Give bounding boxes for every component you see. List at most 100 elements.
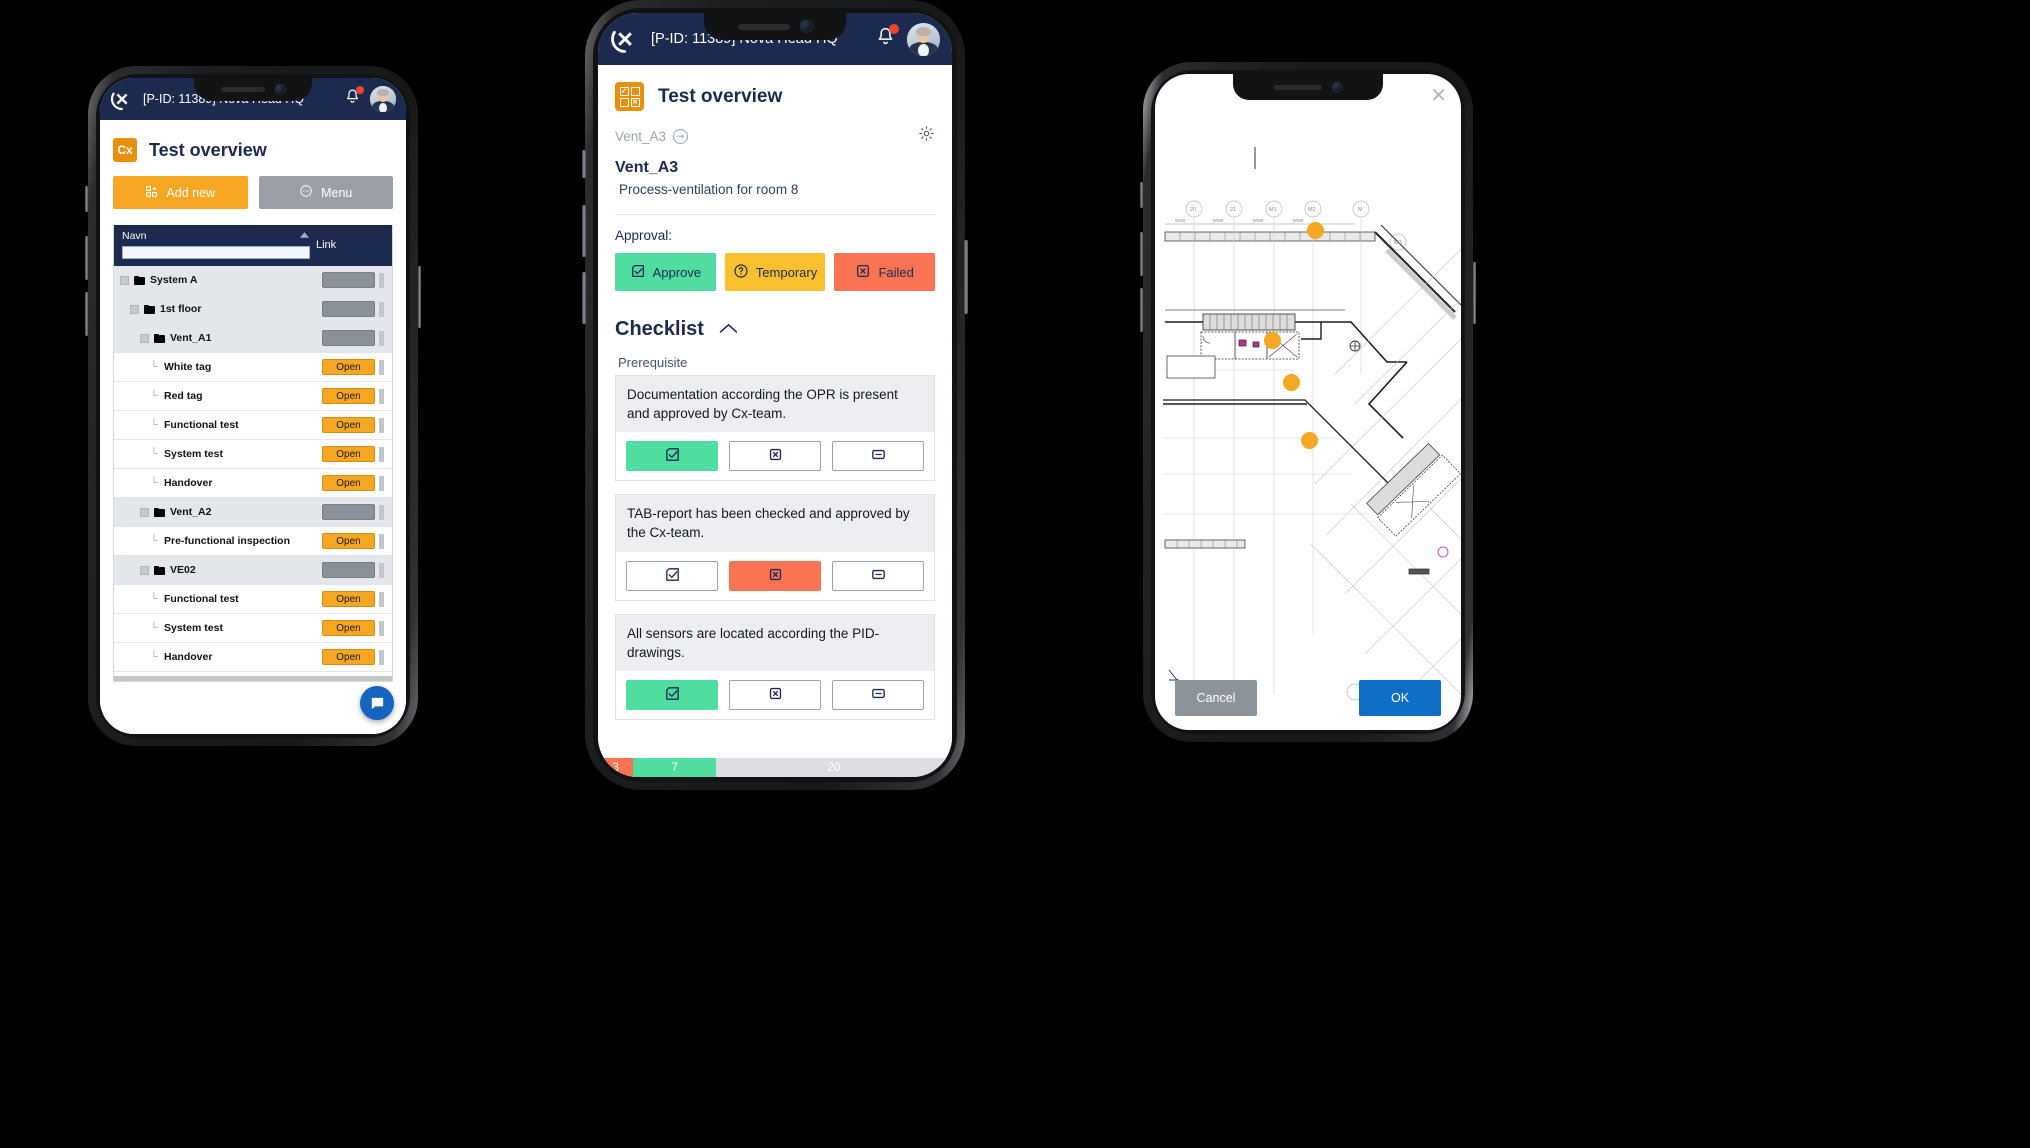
section-label-prerequisite: Prerequisite [618,355,688,370]
table-row[interactable]: VE02 [114,556,392,585]
open-link-button[interactable]: Open [322,475,375,491]
row-checkbox[interactable] [140,565,149,575]
checklist-fail-button[interactable] [729,679,821,710]
phone1-power-button[interactable] [418,266,421,328]
phone3-screen: ✕ 20 21 M1 M2 M M3 6000 6000 6000 6000 C… [1155,74,1461,730]
checklist-header[interactable]: Checklist [615,318,935,341]
floor-plan-drawing[interactable]: 20 21 M1 M2 M M3 6000 6000 6000 6000 [1155,74,1461,730]
bell-icon[interactable] [344,86,364,110]
close-icon[interactable]: ✕ [1430,86,1447,106]
table-row[interactable]: └ Red tag Open [114,382,392,411]
cx-logo-icon[interactable] [610,24,640,54]
checklist-fail-button[interactable] [729,560,821,591]
phone1-notch [194,78,312,101]
checklist-fail-button[interactable] [729,441,821,472]
svg-text:M3: M3 [1394,240,1402,246]
cx-logo-icon[interactable] [110,87,134,111]
row-scroll-marker [379,301,384,317]
checklist-na-button[interactable] [832,560,924,591]
open-link-button[interactable]: Open [322,649,375,665]
table-row[interactable]: └ System test Open [114,440,392,469]
table-row[interactable]: └ System test Open [114,614,392,643]
table-row[interactable]: Vent_A1 [114,324,392,353]
user-avatar[interactable] [907,22,940,56]
temporary-button[interactable]: Temporary [724,253,826,291]
checklist-na-button[interactable] [832,441,924,472]
open-link-button[interactable]: Open [322,591,375,607]
approve-button[interactable]: Approve [615,253,716,291]
table-filter-input[interactable] [122,246,310,259]
open-link-button[interactable]: Open [322,388,375,404]
table-row[interactable]: 1st floor [114,295,392,324]
phone1-volume-up[interactable] [85,236,88,280]
phone1-silent-switch[interactable] [85,186,88,212]
notification-badge-dot [356,86,364,94]
arrow-right-circle-icon[interactable]: ➞ [673,128,689,144]
menu-button[interactable]: Menu [258,176,393,209]
user-avatar[interactable] [370,86,396,112]
add-new-button[interactable]: Add new [113,176,248,209]
table-row[interactable]: └ Pre-functional inspection Open [114,527,392,556]
open-link-button[interactable]: Open [322,359,375,375]
plan-marker-1[interactable] [1307,222,1324,239]
row-checkbox[interactable] [130,304,139,314]
progress-bar: 3 7 20 [598,758,952,777]
row-scroll-marker [379,388,384,404]
cancel-button[interactable]: Cancel [1175,680,1257,716]
open-link-button[interactable]: Open [322,620,375,636]
horizontal-scrollbar[interactable] [114,676,392,681]
tree-elbow-icon: └ [150,592,158,605]
failed-button[interactable]: Failed [834,253,936,291]
row-checkbox[interactable] [120,275,129,285]
phone2-volume-up[interactable] [582,205,586,257]
table-row[interactable]: Vent_A2 [114,498,392,527]
sort-ascending-icon[interactable] [299,230,310,242]
breadcrumb[interactable]: Vent_A3 ➞ [615,128,689,144]
phone3-volume-down[interactable] [1140,288,1143,332]
phone2-silent-switch[interactable] [582,150,586,178]
checklist-item-buttons [616,670,934,719]
svg-text:M1: M1 [1269,207,1277,213]
chevron-up-icon[interactable] [719,321,738,338]
table-row[interactable]: System A [114,266,392,295]
table-body: System A 1st floor Vent_A1 └ White tag Open └ R… [114,266,392,672]
bell-icon[interactable] [875,24,899,52]
table-row[interactable]: └ Handover Open [114,469,392,498]
table-row[interactable]: └ Functional test Open [114,585,392,614]
row-scroll-marker [379,272,384,288]
row-link-cell: Open [318,359,392,375]
row-scroll-marker [379,330,384,346]
checklist-na-button[interactable] [832,679,924,710]
temporary-label: Temporary [755,264,818,280]
checklist-ok-button[interactable] [626,441,718,472]
question-circle-icon [733,263,749,282]
phone2-power-button[interactable] [964,240,968,314]
phone3-silent-switch[interactable] [1140,182,1143,208]
row-label: Handover [164,651,213,663]
row-checkbox[interactable] [140,507,149,517]
row-link-cell: Open [318,417,392,433]
gear-icon[interactable] [918,125,935,147]
open-link-button[interactable]: Open [322,417,375,433]
checklist-ok-button[interactable] [626,560,718,591]
svg-text:20: 20 [1190,207,1196,213]
ok-button[interactable]: OK [1359,680,1441,716]
table-row[interactable]: └ Handover Open [114,643,392,672]
phone2-volume-down[interactable] [582,272,586,324]
plan-marker-3[interactable] [1283,374,1300,391]
checklist-ok-button[interactable] [626,679,718,710]
open-link-button[interactable]: Open [322,533,375,549]
plan-marker-4[interactable] [1301,432,1318,449]
phone3-power-button[interactable] [1473,262,1476,324]
phone1-action-row: Add new Menu [113,176,393,209]
row-checkbox[interactable] [140,333,149,343]
phone1-volume-down[interactable] [85,292,88,336]
phone3-volume-up[interactable] [1140,232,1143,276]
table-row[interactable]: └ Functional test Open [114,411,392,440]
row-label: White tag [164,361,212,373]
open-link-button[interactable]: Open [322,446,375,462]
chat-fab-button[interactable] [360,686,394,720]
plan-marker-2[interactable] [1264,332,1281,349]
table-row[interactable]: └ White tag Open [114,353,392,382]
row-label: Vent_A2 [170,506,212,518]
